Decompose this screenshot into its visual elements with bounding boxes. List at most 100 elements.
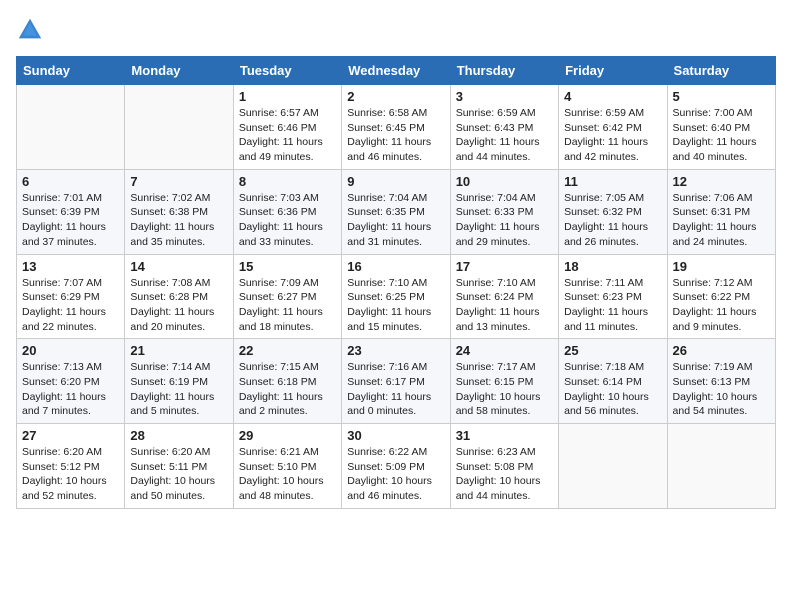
calendar-cell: 5 Sunrise: 7:00 AMSunset: 6:40 PMDaylight… — [667, 85, 775, 170]
day-number: 23 — [347, 343, 444, 358]
weekday-header: Monday — [125, 57, 233, 85]
logo — [16, 16, 48, 44]
calendar-cell: 18Sunrise: 7:11 AMSunset: 6:23 PMDayligh… — [559, 254, 667, 339]
weekday-header: Sunday — [17, 57, 125, 85]
calendar-week-row: 1 Sunrise: 6:57 AMSunset: 6:46 PMDaylight… — [17, 85, 776, 170]
day-number: 27 — [22, 428, 119, 443]
calendar-cell: 14 Sunrise: 7:08 AMSunset: 6:28 PMDayligh… — [125, 254, 233, 339]
day-number: 29 — [239, 428, 336, 443]
day-info: Sunrise: 7:16 AMSunset: 6:17 PMDaylight:… — [347, 360, 444, 419]
calendar-cell — [17, 85, 125, 170]
calendar-cell: 10 Sunrise: 7:04 AMSunset: 6:33 PMDayligh… — [450, 169, 558, 254]
calendar-cell: 19Sunrise: 7:12 AMSunset: 6:22 PMDayligh… — [667, 254, 775, 339]
calendar-cell: 7Sunrise: 7:02 AMSunset: 6:38 PMDaylight… — [125, 169, 233, 254]
weekday-header: Saturday — [667, 57, 775, 85]
day-info: Sunrise: 7:03 AMSunset: 6:36 PMDaylight:… — [239, 191, 336, 250]
day-number: 12 — [673, 174, 770, 189]
day-number: 5 — [673, 89, 770, 104]
day-number: 14 — [130, 259, 227, 274]
day-number: 26 — [673, 343, 770, 358]
calendar-cell: 11 Sunrise: 7:05 AMSunset: 6:32 PMDayligh… — [559, 169, 667, 254]
day-info: Sunrise: 7:05 AMSunset: 6:32 PMDaylight:… — [564, 191, 661, 250]
day-number: 17 — [456, 259, 553, 274]
day-info: Sunrise: 6:59 AMSunset: 6:42 PMDaylight:… — [564, 106, 661, 165]
calendar-cell: 31 Sunrise: 6:23 AMSunset: 5:08 PMDayligh… — [450, 424, 558, 509]
day-info: Sunrise: 7:18 AMSunset: 6:14 PMDaylight:… — [564, 360, 661, 419]
calendar-cell — [125, 85, 233, 170]
calendar-cell: 2 Sunrise: 6:58 AMSunset: 6:45 PMDaylight… — [342, 85, 450, 170]
day-info: Sunrise: 7:01 AMSunset: 6:39 PMDaylight:… — [22, 191, 119, 250]
calendar-cell: 1 Sunrise: 6:57 AMSunset: 6:46 PMDaylight… — [233, 85, 341, 170]
day-info: Sunrise: 7:06 AMSunset: 6:31 PMDaylight:… — [673, 191, 770, 250]
calendar-cell: 20Sunrise: 7:13 AMSunset: 6:20 PMDayligh… — [17, 339, 125, 424]
day-number: 8 — [239, 174, 336, 189]
calendar-cell: 28Sunrise: 6:20 AMSunset: 5:11 PMDayligh… — [125, 424, 233, 509]
calendar-cell: 17 Sunrise: 7:10 AMSunset: 6:24 PMDayligh… — [450, 254, 558, 339]
day-info: Sunrise: 7:15 AMSunset: 6:18 PMDaylight:… — [239, 360, 336, 419]
calendar-cell: 24 Sunrise: 7:17 AMSunset: 6:15 PMDayligh… — [450, 339, 558, 424]
day-number: 30 — [347, 428, 444, 443]
day-info: Sunrise: 6:58 AMSunset: 6:45 PMDaylight:… — [347, 106, 444, 165]
day-info: Sunrise: 6:20 AMSunset: 5:11 PMDaylight:… — [130, 445, 227, 504]
day-info: Sunrise: 7:08 AMSunset: 6:28 PMDaylight:… — [130, 276, 227, 335]
day-number: 11 — [564, 174, 661, 189]
day-number: 4 — [564, 89, 661, 104]
day-info: Sunrise: 6:59 AMSunset: 6:43 PMDaylight:… — [456, 106, 553, 165]
calendar-week-row: 13Sunrise: 7:07 AMSunset: 6:29 PMDayligh… — [17, 254, 776, 339]
day-info: Sunrise: 6:22 AMSunset: 5:09 PMDaylight:… — [347, 445, 444, 504]
day-number: 22 — [239, 343, 336, 358]
day-number: 25 — [564, 343, 661, 358]
day-info: Sunrise: 7:14 AMSunset: 6:19 PMDaylight:… — [130, 360, 227, 419]
calendar-cell: 8 Sunrise: 7:03 AMSunset: 6:36 PMDaylight… — [233, 169, 341, 254]
day-number: 16 — [347, 259, 444, 274]
day-info: Sunrise: 7:00 AMSunset: 6:40 PMDaylight:… — [673, 106, 770, 165]
calendar-cell: 30 Sunrise: 6:22 AMSunset: 5:09 PMDayligh… — [342, 424, 450, 509]
page-header — [16, 16, 776, 44]
weekday-header: Thursday — [450, 57, 558, 85]
day-number: 1 — [239, 89, 336, 104]
day-number: 24 — [456, 343, 553, 358]
calendar-header-row: SundayMondayTuesdayWednesdayThursdayFrid… — [17, 57, 776, 85]
calendar-cell: 9 Sunrise: 7:04 AMSunset: 6:35 PMDaylight… — [342, 169, 450, 254]
calendar-cell — [559, 424, 667, 509]
calendar-cell: 16 Sunrise: 7:10 AMSunset: 6:25 PMDayligh… — [342, 254, 450, 339]
day-number: 31 — [456, 428, 553, 443]
calendar-cell: 21 Sunrise: 7:14 AMSunset: 6:19 PMDayligh… — [125, 339, 233, 424]
weekday-header: Tuesday — [233, 57, 341, 85]
calendar-cell: 12 Sunrise: 7:06 AMSunset: 6:31 PMDayligh… — [667, 169, 775, 254]
day-number: 6 — [22, 174, 119, 189]
day-number: 10 — [456, 174, 553, 189]
day-number: 3 — [456, 89, 553, 104]
day-info: Sunrise: 7:17 AMSunset: 6:15 PMDaylight:… — [456, 360, 553, 419]
day-number: 9 — [347, 174, 444, 189]
calendar-week-row: 27 Sunrise: 6:20 AMSunset: 5:12 PMDayligh… — [17, 424, 776, 509]
day-number: 7 — [130, 174, 227, 189]
day-info: Sunrise: 6:21 AMSunset: 5:10 PMDaylight:… — [239, 445, 336, 504]
day-info: Sunrise: 7:10 AMSunset: 6:24 PMDaylight:… — [456, 276, 553, 335]
day-info: Sunrise: 7:10 AMSunset: 6:25 PMDaylight:… — [347, 276, 444, 335]
calendar-cell: 3 Sunrise: 6:59 AMSunset: 6:43 PMDaylight… — [450, 85, 558, 170]
logo-icon — [16, 16, 44, 44]
calendar-cell: 23 Sunrise: 7:16 AMSunset: 6:17 PMDayligh… — [342, 339, 450, 424]
weekday-header: Wednesday — [342, 57, 450, 85]
day-info: Sunrise: 6:57 AMSunset: 6:46 PMDaylight:… — [239, 106, 336, 165]
day-info: Sunrise: 7:11 AMSunset: 6:23 PMDaylight:… — [564, 276, 661, 335]
day-info: Sunrise: 7:04 AMSunset: 6:33 PMDaylight:… — [456, 191, 553, 250]
calendar-cell: 15 Sunrise: 7:09 AMSunset: 6:27 PMDayligh… — [233, 254, 341, 339]
calendar-cell: 25 Sunrise: 7:18 AMSunset: 6:14 PMDayligh… — [559, 339, 667, 424]
day-info: Sunrise: 7:09 AMSunset: 6:27 PMDaylight:… — [239, 276, 336, 335]
calendar-table: SundayMondayTuesdayWednesdayThursdayFrid… — [16, 56, 776, 509]
calendar-cell: 13Sunrise: 7:07 AMSunset: 6:29 PMDayligh… — [17, 254, 125, 339]
calendar-cell: 6 Sunrise: 7:01 AMSunset: 6:39 PMDaylight… — [17, 169, 125, 254]
day-number: 21 — [130, 343, 227, 358]
day-number: 19 — [673, 259, 770, 274]
calendar-cell: 26Sunrise: 7:19 AMSunset: 6:13 PMDayligh… — [667, 339, 775, 424]
day-info: Sunrise: 7:04 AMSunset: 6:35 PMDaylight:… — [347, 191, 444, 250]
calendar-week-row: 6 Sunrise: 7:01 AMSunset: 6:39 PMDaylight… — [17, 169, 776, 254]
day-number: 20 — [22, 343, 119, 358]
day-info: Sunrise: 6:20 AMSunset: 5:12 PMDaylight:… — [22, 445, 119, 504]
day-info: Sunrise: 6:23 AMSunset: 5:08 PMDaylight:… — [456, 445, 553, 504]
day-number: 2 — [347, 89, 444, 104]
day-number: 13 — [22, 259, 119, 274]
day-number: 15 — [239, 259, 336, 274]
